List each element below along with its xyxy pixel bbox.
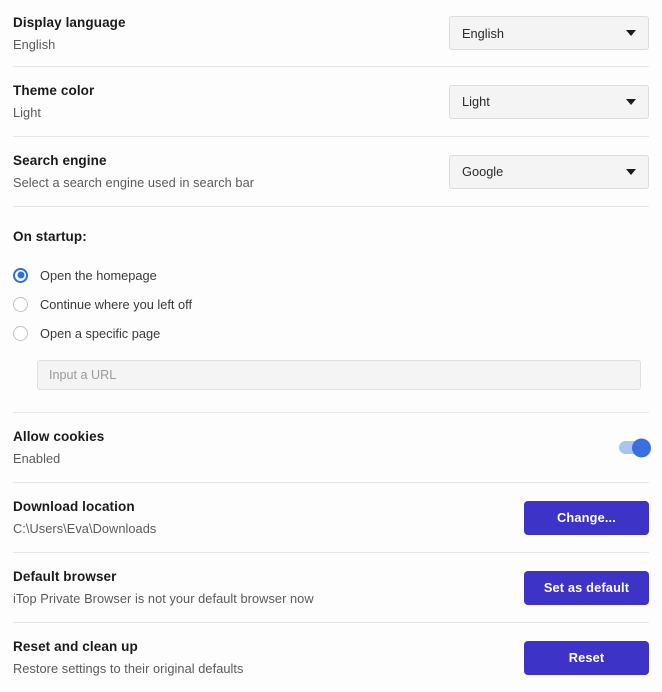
radio-label: Open the homepage [40,267,157,283]
toggle-knob [632,438,651,457]
display-language-dropdown[interactable]: English [449,16,649,50]
display-language-title: Display language [13,14,126,30]
on-startup-heading: On startup: [13,229,87,244]
radio-option-open-homepage[interactable]: Open the homepage [13,264,649,286]
theme-color-title: Theme color [13,83,95,98]
reset-button[interactable]: Reset [524,640,649,675]
radio-option-open-specific-page[interactable]: Open a specific page [13,322,649,344]
reset-clean-up-texts: Reset and clean up Restore settings to t… [13,638,243,677]
default-browser-title: Default browser [13,569,117,584]
display-language-dropdown-value: English [462,25,504,41]
setting-row-default-browser: Default browser iTop Private Browser is … [13,553,649,622]
download-location-title: Download location [13,499,135,514]
display-language-texts: Display language English [13,14,126,53]
theme-color-texts: Theme color Light [13,82,94,121]
theme-color-subtitle: Light [13,105,41,120]
search-engine-dropdown-value: Google [462,164,504,179]
reset-clean-up-subtitle: Restore settings to their original defau… [13,661,244,676]
setting-row-theme-color: Theme color Light Light [13,67,649,136]
search-engine-dropdown[interactable]: Google [449,154,649,189]
theme-color-dropdown-value: Light [462,94,490,109]
setting-row-search-engine: Search engine Select a search engine use… [13,137,649,206]
allow-cookies-texts: Allow cookies Enabled [13,428,104,467]
allow-cookies-toggle[interactable] [619,438,651,457]
radio-option-continue-where-left-off[interactable]: Continue where you left off [13,293,649,315]
default-browser-status: iTop Private Browser is not your default… [13,591,314,606]
chevron-down-icon [626,168,636,175]
search-engine-subtitle: Select a search engine used in search ba… [13,175,255,190]
search-engine-texts: Search engine Select a search engine use… [13,152,254,191]
change-download-location-button[interactable]: Change... [524,500,649,535]
chevron-down-icon [626,30,636,36]
search-engine-title: Search engine [13,153,107,168]
download-location-texts: Download location C:\Users\Eva\Downloads [13,498,156,537]
setting-row-allow-cookies: Allow cookies Enabled [13,413,651,482]
default-browser-texts: Default browser iTop Private Browser is … [13,568,314,607]
setting-section-on-startup: On startup: Open the homepage Continue w… [0,207,662,390]
setting-row-reset-clean-up: Reset and clean up Restore settings to t… [13,623,649,692]
settings-page: Display language English English Theme c… [0,0,662,679]
radio-label: Continue where you left off [40,296,193,312]
set-as-default-button[interactable]: Set as default [524,570,649,605]
radio-indicator[interactable] [13,325,28,341]
reset-clean-up-title: Reset and clean up [13,639,138,654]
setting-row-download-location: Download location C:\Users\Eva\Downloads… [13,483,649,552]
radio-indicator[interactable] [13,296,28,312]
allow-cookies-title: Allow cookies [13,429,105,444]
chevron-down-icon [626,98,636,105]
display-language-subtitle: English [13,36,56,52]
theme-color-dropdown[interactable]: Light [449,84,649,119]
startup-url-input[interactable] [37,360,641,390]
download-location-path: C:\Users\Eva\Downloads [13,521,157,536]
setting-row-display-language: Display language English English [13,0,649,66]
allow-cookies-subtitle: Enabled [13,451,61,466]
radio-indicator[interactable] [13,267,28,283]
radio-label: Open a specific page [40,325,161,341]
